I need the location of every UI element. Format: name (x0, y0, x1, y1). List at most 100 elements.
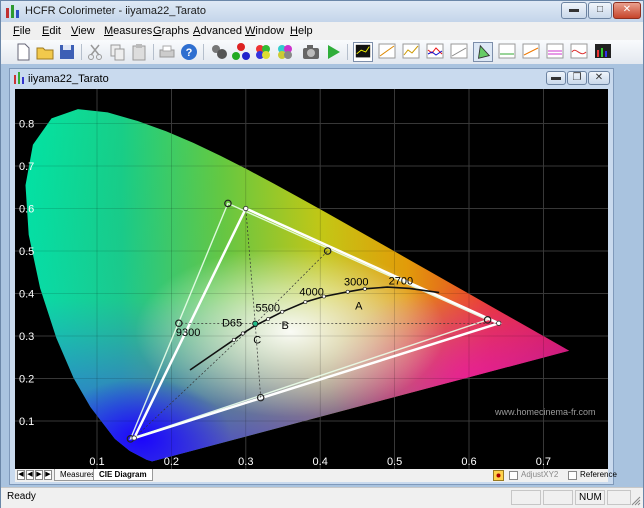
x-tick-label: 0.7 (536, 456, 551, 468)
y-tick-label: 0.6 (19, 204, 34, 216)
help-icon[interactable]: ? (179, 42, 199, 62)
num-indicator: NUM (575, 490, 605, 505)
svg-text:?: ? (186, 47, 193, 59)
app-window: HCFR Colorimeter - iiyama22_Tarato ▬ □ ✕… (0, 0, 644, 508)
document-window: iiyama22_Tarato ▬ ❐ ✕ 9300 D65 5500 4000… (9, 68, 617, 485)
graph-view-1-icon[interactable] (353, 42, 373, 62)
x-tick-label: 0.3 (238, 456, 253, 468)
save-icon[interactable] (57, 42, 77, 62)
menu-help[interactable]: Help (290, 25, 313, 37)
locus-label: 9300 (176, 327, 200, 339)
status-bar: Ready NUM (1, 487, 643, 508)
tab-next-icon[interactable]: ▶ (35, 470, 43, 480)
mdi-area: iiyama22_Tarato ▬ ❐ ✕ 9300 D65 5500 4000… (1, 64, 643, 487)
status-cell-1 (511, 490, 541, 505)
adjust-label: AdjustXY2 (521, 470, 559, 479)
menu-view[interactable]: View (71, 25, 95, 37)
print-icon[interactable] (157, 42, 177, 62)
graph-view-11-icon[interactable] (593, 42, 613, 62)
y-tick-label: 0.5 (19, 246, 34, 258)
toolbar: ? (1, 40, 643, 65)
graph-view-4-icon[interactable] (425, 42, 445, 62)
title-bar: HCFR Colorimeter - iiyama22_Tarato ▬ □ ✕ (1, 1, 643, 22)
cut-icon[interactable] (85, 42, 105, 62)
doc-restore-button[interactable]: ❐ (567, 71, 587, 85)
x-tick-label: 0.1 (89, 456, 104, 468)
locus-point (345, 289, 350, 294)
secondaries-icon[interactable] (275, 42, 295, 62)
camera-icon[interactable] (301, 42, 321, 62)
graph-view-9-icon[interactable] (545, 42, 565, 62)
y-tick-label: 0.4 (19, 289, 34, 301)
graph-view-8-icon[interactable] (521, 42, 541, 62)
cie-plot-area[interactable]: 9300 D65 5500 4000 3000 2700 A B C 0.1 0.2 0.3 0.4 0… (15, 89, 608, 469)
graph-view-7-icon[interactable] (497, 42, 517, 62)
locus-label: 4000 (299, 287, 323, 299)
window-title: HCFR Colorimeter - iiyama22_Tarato (25, 5, 206, 17)
locus-point (240, 331, 245, 336)
close-button[interactable]: ✕ (613, 2, 641, 19)
paste-icon[interactable] (129, 42, 149, 62)
y-tick-label: 0.2 (19, 374, 34, 386)
menu-edit[interactable]: Edit (42, 25, 61, 37)
locus-point (280, 309, 285, 314)
locus-label: C (253, 335, 261, 347)
target-point (131, 435, 137, 441)
tab-cie-diagram[interactable]: CIE Diagram (93, 469, 153, 481)
y-tick-label: 0.3 (19, 331, 34, 343)
locus-point (303, 300, 308, 304)
new-document-icon[interactable] (13, 42, 33, 62)
graph-view-10-icon[interactable] (569, 42, 589, 62)
status-cell-2 (543, 490, 573, 505)
locus-label: A (355, 301, 363, 313)
x-tick-label: 0.5 (387, 456, 402, 468)
adjust-checkbox[interactable] (509, 471, 518, 480)
cie-diagram[interactable]: 9300 D65 5500 4000 3000 2700 A B C 0.1 0.2 0.3 0.4 0… (15, 89, 608, 469)
reference-checkbox[interactable] (568, 471, 577, 480)
graph-view-3-icon[interactable] (401, 42, 421, 62)
menu-window[interactable]: Window (245, 25, 284, 37)
rgb-measure-icon[interactable] (231, 42, 251, 62)
x-tick-label: 0.6 (461, 456, 476, 468)
document-title: iiyama22_Tarato (28, 73, 109, 85)
locus-label: 3000 (344, 276, 368, 288)
menu-bar: File Edit View Measures Graphs Advanced … (1, 22, 643, 40)
sensor-icon[interactable] (209, 42, 229, 62)
white-point (252, 320, 259, 327)
reference-label: Reference (580, 470, 617, 479)
tab-prev-icon[interactable]: ◀ (26, 470, 34, 480)
graph-view-5-icon[interactable] (449, 42, 469, 62)
settings-icon[interactable] (493, 470, 504, 481)
minimize-button[interactable]: ▬ (561, 2, 587, 19)
locus-point (266, 317, 271, 321)
resize-grip-icon[interactable] (631, 496, 641, 506)
cie-diagram-icon[interactable] (473, 42, 493, 62)
y-tick-label: 0.8 (19, 119, 34, 131)
tab-first-icon[interactable]: ◀ (17, 470, 25, 480)
graph-icon (14, 72, 24, 84)
target-point (496, 320, 502, 326)
target-point (243, 205, 249, 212)
locus-point (231, 337, 236, 342)
status-text: Ready (7, 491, 36, 502)
tab-last-icon[interactable]: ▶ (44, 470, 52, 480)
open-folder-icon[interactable] (35, 42, 55, 62)
menu-file[interactable]: File (13, 25, 31, 37)
maximize-button[interactable]: □ (588, 2, 612, 19)
play-icon[interactable] (323, 42, 343, 62)
copy-icon[interactable] (107, 42, 127, 62)
doc-minimize-button[interactable]: ▬ (546, 71, 566, 85)
x-tick-label: 0.4 (313, 456, 328, 468)
menu-measures[interactable]: Measures (104, 25, 152, 37)
y-tick-label: 0.7 (19, 161, 34, 173)
watermark: www.homecinema-fr.com (494, 407, 596, 417)
graph-view-2-icon[interactable] (377, 42, 397, 62)
locus-label: D65 (222, 318, 242, 330)
status-cell-4 (607, 490, 631, 505)
menu-advanced[interactable]: Advanced (193, 25, 242, 37)
primaries-icon[interactable] (253, 42, 273, 62)
doc-close-button[interactable]: ✕ (588, 71, 610, 85)
view-tabs: ◀ ◀ ▶ ▶ Measures CIE Diagram AdjustXY2 R… (15, 469, 617, 482)
locus-label: 5500 (255, 302, 279, 314)
menu-graphs[interactable]: Graphs (153, 25, 189, 37)
